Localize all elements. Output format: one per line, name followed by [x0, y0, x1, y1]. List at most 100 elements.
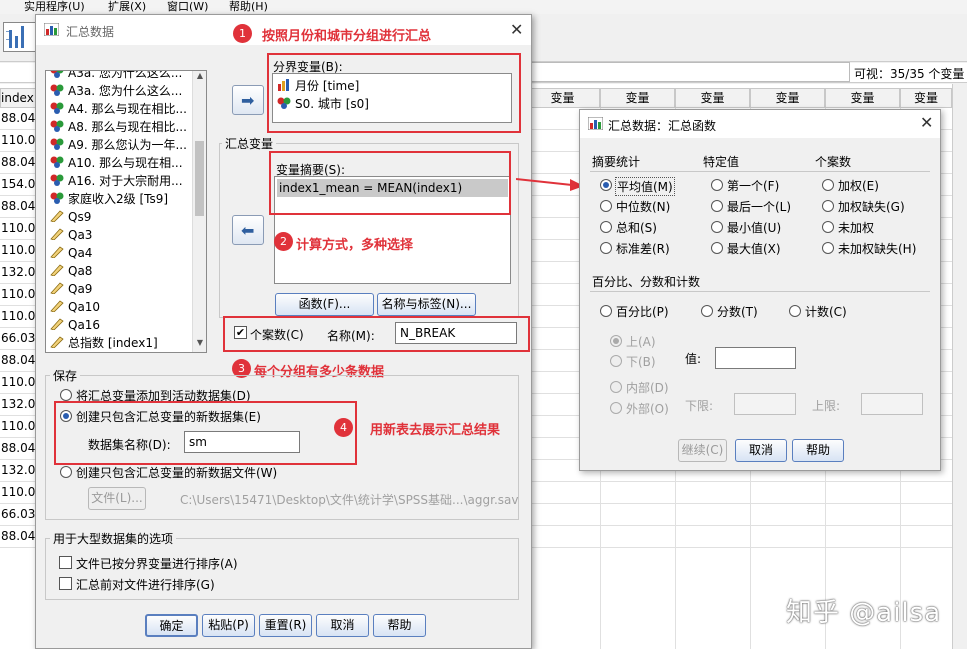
- table-cell[interactable]: 88.04: [0, 529, 36, 543]
- outside-radio[interactable]: [610, 402, 622, 414]
- cancel-button[interactable]: 取消: [316, 614, 369, 637]
- list-item[interactable]: A4. 那么与现在相比...: [50, 100, 187, 118]
- table-cell[interactable]: 110.04: [0, 133, 43, 147]
- fraction-radio[interactable]: [701, 305, 713, 317]
- new-datafile-radio[interactable]: [60, 466, 72, 478]
- list-item[interactable]: A3a. 您为什么这么...: [50, 71, 182, 82]
- table-cell[interactable]: 110.04: [0, 375, 43, 389]
- menu-extensions[interactable]: 扩展(X): [108, 0, 146, 14]
- list-item[interactable]: Qa9: [50, 280, 92, 298]
- above-radio[interactable]: [610, 335, 622, 347]
- column-header-var[interactable]: 变量: [525, 88, 600, 108]
- table-cell[interactable]: 110.04: [0, 243, 43, 257]
- menu-utilities[interactable]: 实用程序(U): [24, 0, 85, 14]
- table-cell[interactable]: 88.04: [0, 441, 36, 455]
- move-to-summaries-button[interactable]: ⬅: [232, 215, 264, 245]
- file-button[interactable]: 文件(L)...: [88, 487, 146, 510]
- list-item[interactable]: Qa3: [50, 226, 92, 244]
- visible-count: 可视：35/35 个变量: [854, 67, 965, 81]
- table-cell[interactable]: 154.06: [0, 177, 43, 191]
- source-list-scrollbar[interactable]: ▲ ▼: [192, 71, 206, 352]
- help-button[interactable]: 帮助: [792, 439, 844, 462]
- sorted-checkbox[interactable]: [59, 556, 72, 569]
- table-cell[interactable]: 110.04: [0, 419, 43, 433]
- list-item[interactable]: A8. 那么与现在相比...: [50, 118, 187, 136]
- table-cell[interactable]: 132.05: [0, 265, 43, 279]
- close-icon[interactable]: ✕: [920, 113, 933, 132]
- continue-button[interactable]: 继续(C): [678, 439, 727, 462]
- first-radio[interactable]: [711, 179, 723, 191]
- inside-radio[interactable]: [610, 381, 622, 393]
- list-item[interactable]: A3a. 您为什么这么...: [50, 82, 182, 100]
- mean-radio[interactable]: [600, 179, 612, 191]
- grid-vertical-scrollbar[interactable]: [952, 84, 967, 649]
- list-item[interactable]: 家庭收入2级 [Ts9]: [50, 190, 168, 208]
- reset-button[interactable]: 重置(R): [259, 614, 312, 637]
- count-radio[interactable]: [789, 305, 801, 317]
- function-button[interactable]: 函数(F)...: [275, 293, 374, 316]
- subdialog-title-bar[interactable]: 汇总数据：汇总函数 ✕: [580, 110, 940, 138]
- percentage-radio[interactable]: [600, 305, 612, 317]
- min-radio[interactable]: [711, 221, 723, 233]
- sorted-label: 文件已按分界变量进行排序(A): [76, 557, 238, 571]
- table-cell[interactable]: 88.04: [0, 199, 36, 213]
- table-cell[interactable]: 110.04: [0, 485, 43, 499]
- menubar: 实用程序(U) 扩展(X) 窗口(W) 帮助(H): [0, 0, 967, 14]
- list-item[interactable]: Qs9: [50, 208, 91, 226]
- table-cell[interactable]: 110.04: [0, 221, 43, 235]
- table-cell[interactable]: 88.04: [0, 353, 36, 367]
- unweighted-radio[interactable]: [822, 221, 834, 233]
- column-header-var[interactable]: 变量: [825, 88, 900, 108]
- close-icon[interactable]: ✕: [510, 20, 523, 39]
- last-radio[interactable]: [711, 200, 723, 212]
- data-editor-icon[interactable]: [3, 22, 37, 52]
- list-item[interactable]: Qa4: [50, 244, 92, 262]
- name-and-label-button[interactable]: 名称与标签(N)...: [377, 293, 476, 316]
- list-item[interactable]: Qa16: [50, 316, 100, 334]
- unweighted-missing-label: 未加权缺失(H): [838, 242, 917, 256]
- table-cell[interactable]: 88.04: [0, 155, 36, 169]
- table-cell[interactable]: 110.04: [0, 287, 43, 301]
- std-radio[interactable]: [600, 242, 612, 254]
- menu-window[interactable]: 窗口(W): [167, 0, 208, 14]
- low-input[interactable]: [734, 393, 796, 415]
- table-cell[interactable]: 66.03: [0, 507, 36, 521]
- paste-button[interactable]: 粘贴(P): [202, 614, 255, 637]
- add-to-active-radio[interactable]: [60, 389, 72, 401]
- table-cell[interactable]: 132.05: [0, 397, 43, 411]
- column-header-index1a[interactable]: index1a: [0, 88, 38, 108]
- sum-radio[interactable]: [600, 221, 612, 233]
- cancel-button[interactable]: 取消: [735, 439, 787, 462]
- unweighted-missing-radio[interactable]: [822, 242, 834, 254]
- help-button[interactable]: 帮助: [373, 614, 426, 637]
- column-header-var[interactable]: 变量: [900, 88, 952, 108]
- list-item[interactable]: 总指数 [index1]: [50, 334, 158, 352]
- list-item[interactable]: A10. 那么与现在相...: [50, 154, 183, 172]
- column-header-var[interactable]: 变量: [675, 88, 750, 108]
- list-item[interactable]: A16. 对于大宗耐用...: [50, 172, 183, 190]
- weighted-missing-radio[interactable]: [822, 200, 834, 212]
- annotation-number-4: 4: [334, 418, 353, 437]
- max-radio[interactable]: [711, 242, 723, 254]
- table-cell[interactable]: 66.03: [0, 331, 36, 345]
- value-input[interactable]: [715, 347, 796, 369]
- table-cell[interactable]: 132.05: [0, 463, 43, 477]
- high-input[interactable]: [861, 393, 923, 415]
- source-variable-list[interactable]: A3a. 您为什么这么... A3a. 您为什么这么... A4. 那么与现在相比.…: [45, 70, 207, 353]
- column-header-var[interactable]: 变量: [600, 88, 675, 108]
- below-radio[interactable]: [610, 355, 622, 367]
- menu-help[interactable]: 帮助(H): [229, 0, 268, 14]
- move-to-break-button[interactable]: ➡: [232, 85, 264, 115]
- table-cell[interactable]: 88.04: [0, 111, 36, 125]
- scroll-thumb[interactable]: [195, 141, 204, 216]
- sort-before-checkbox[interactable]: [59, 577, 72, 590]
- column-header-var[interactable]: 变量: [750, 88, 825, 108]
- weighted-radio[interactable]: [822, 179, 834, 191]
- list-item[interactable]: Qa10: [50, 298, 100, 316]
- table-cell[interactable]: 110.04: [0, 309, 43, 323]
- median-radio[interactable]: [600, 200, 612, 212]
- list-item[interactable]: Qa8: [50, 262, 92, 280]
- list-item[interactable]: A9. 那么您认为一年...: [50, 136, 187, 154]
- ok-button[interactable]: 确定: [145, 614, 198, 637]
- nominal-icon: [50, 174, 64, 186]
